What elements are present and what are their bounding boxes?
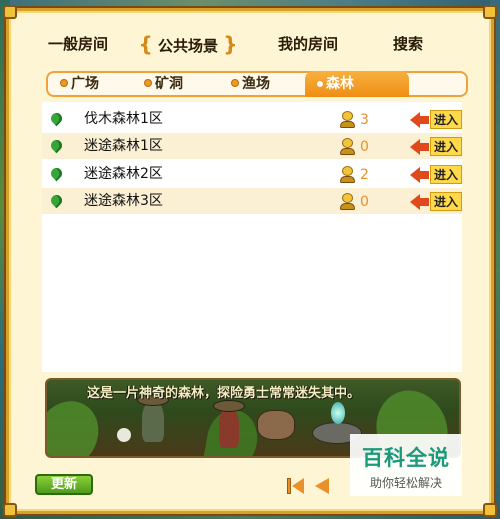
bullet-icon bbox=[60, 79, 68, 87]
small-creature bbox=[117, 428, 131, 442]
tab-label: 我的房间 bbox=[277, 35, 338, 53]
subtab-square[interactable]: 广场 bbox=[60, 73, 99, 95]
frame-corner bbox=[483, 5, 497, 19]
subtab-forest[interactable]: 森林 bbox=[305, 71, 409, 97]
bullet-icon bbox=[231, 79, 239, 87]
scene-caption: 这是一片神奇的森林，探险勇士常常迷失其中。 bbox=[87, 386, 361, 401]
enter-label: 进入 bbox=[430, 137, 462, 156]
room-row[interactable]: 迷途森林3区 0 进入 bbox=[42, 188, 462, 214]
watermark-logo: 百科全说 助你轻松解决 bbox=[350, 434, 462, 496]
tab-label: 搜索 bbox=[392, 35, 423, 53]
tab-search[interactable]: 搜索 bbox=[373, 30, 443, 58]
green-leaf-icon bbox=[48, 165, 65, 182]
enter-label: 进入 bbox=[430, 110, 462, 129]
tab-label: 公共场景 bbox=[157, 37, 218, 55]
room-name: 迷途森林2区 bbox=[84, 166, 163, 182]
enter-label: 进入 bbox=[430, 165, 462, 184]
bear-creature bbox=[257, 410, 295, 440]
crystal-icon bbox=[331, 402, 345, 424]
room-row[interactable]: 迷途森林1区 0 进入 bbox=[42, 133, 462, 159]
subtab-label: 广场 bbox=[71, 76, 99, 92]
person-icon bbox=[340, 111, 355, 128]
enter-button[interactable]: 进入 bbox=[410, 165, 462, 184]
green-leaf-icon bbox=[48, 192, 65, 209]
room-list: 伐木森林1区 3 进入 迷途森林1区 0 进入 迷途森林2区 2 进入 迷途森林… bbox=[42, 102, 462, 372]
subtab-mine[interactable]: 矿洞 bbox=[144, 73, 183, 95]
bullet-icon bbox=[317, 81, 323, 87]
player-count: 0 bbox=[360, 194, 369, 210]
top-tab-bar: 一般房间 { 公共场景 } 我的房间 搜索 bbox=[28, 28, 458, 60]
prev-page-icon[interactable] bbox=[315, 478, 329, 494]
tab-label: 一般房间 bbox=[47, 35, 108, 53]
green-leaf-icon bbox=[48, 137, 65, 154]
bracket-right-icon: } bbox=[223, 32, 238, 56]
tab-public-scenes[interactable]: { 公共场景 } bbox=[138, 30, 238, 58]
explorer-character bbox=[219, 408, 239, 448]
room-name: 伐木森林1区 bbox=[84, 111, 163, 127]
room-row[interactable]: 迷途森林2区 2 进入 bbox=[42, 161, 462, 187]
person-icon bbox=[340, 138, 355, 155]
subtab-label: 渔场 bbox=[242, 76, 270, 92]
bracket-left-icon: { bbox=[138, 32, 153, 56]
enter-label: 进入 bbox=[430, 192, 462, 211]
first-page-icon[interactable] bbox=[287, 478, 307, 494]
green-leaf-icon bbox=[48, 110, 65, 127]
hat-icon bbox=[213, 400, 245, 412]
room-name: 迷途森林1区 bbox=[84, 138, 163, 154]
enter-button[interactable]: 进入 bbox=[410, 192, 462, 211]
tab-my-rooms[interactable]: 我的房间 bbox=[253, 30, 363, 58]
pagination bbox=[287, 478, 337, 494]
person-icon bbox=[340, 166, 355, 183]
room-name: 迷途森林3区 bbox=[84, 193, 163, 209]
subtab-fishery[interactable]: 渔场 bbox=[231, 73, 270, 95]
tab-general-rooms[interactable]: 一般房间 bbox=[28, 30, 128, 58]
subtab-label: 森林 bbox=[326, 76, 354, 92]
enter-button[interactable]: 进入 bbox=[410, 110, 462, 129]
refresh-button[interactable]: 更新 bbox=[35, 474, 93, 495]
frame-corner bbox=[483, 503, 497, 517]
room-row[interactable]: 伐木森林1区 3 进入 bbox=[42, 106, 462, 132]
player-count: 3 bbox=[360, 112, 369, 128]
player-count: 0 bbox=[360, 139, 369, 155]
scene-tab-bar: 广场 矿洞 渔场 森林 bbox=[46, 71, 468, 97]
player-count: 2 bbox=[360, 167, 369, 183]
person-icon bbox=[340, 193, 355, 210]
watermark-title: 百科全说 bbox=[362, 446, 450, 470]
subtab-label: 矿洞 bbox=[155, 76, 183, 92]
explorer-character bbox=[142, 402, 164, 442]
frame-corner bbox=[3, 5, 17, 19]
frame-corner bbox=[3, 503, 17, 517]
enter-button[interactable]: 进入 bbox=[410, 137, 462, 156]
bullet-icon bbox=[144, 79, 152, 87]
watermark-subtitle: 助你轻松解决 bbox=[369, 476, 442, 490]
